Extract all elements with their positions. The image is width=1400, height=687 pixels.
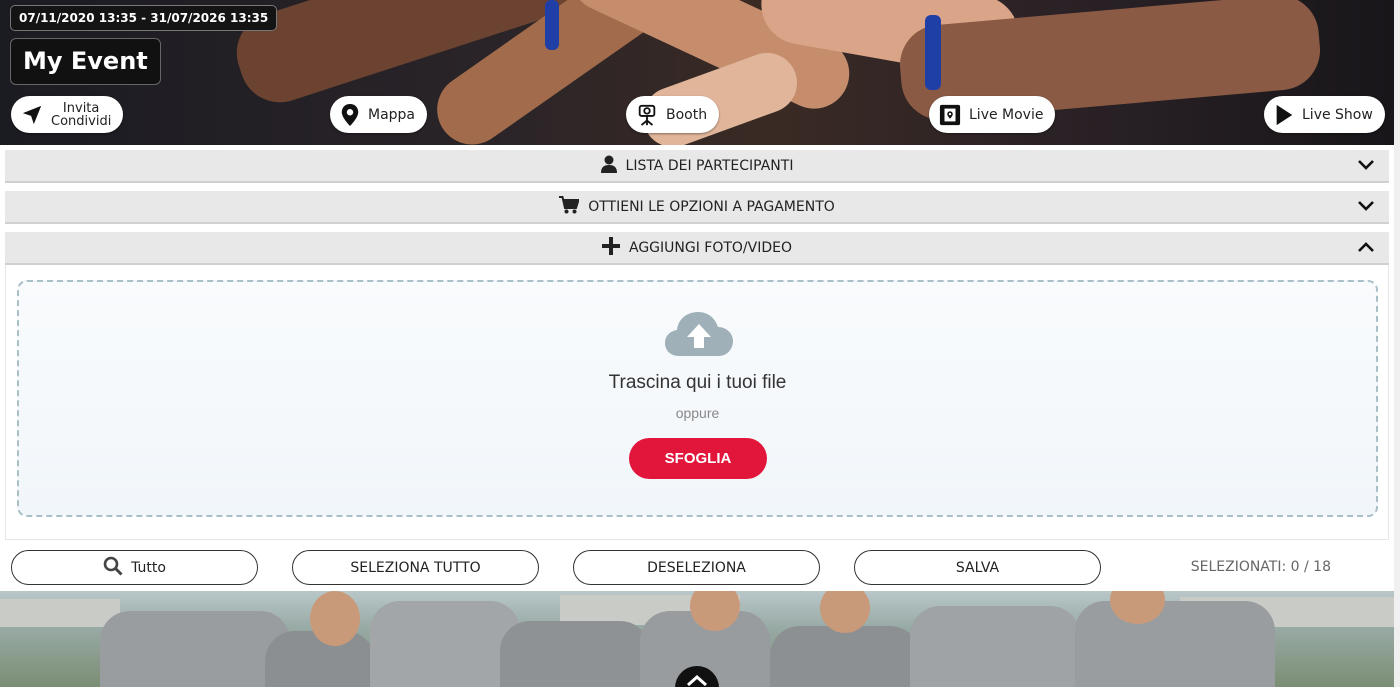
map-pin-icon: [340, 103, 360, 126]
event-hero-banner: 07/11/2020 13:35 - 31/07/2026 13:35 My E…: [0, 0, 1400, 145]
chevron-up-icon[interactable]: [1357, 240, 1375, 258]
live-movie-label: Live Movie: [969, 106, 1044, 123]
booth-button[interactable]: Booth: [626, 96, 720, 133]
photo-person: [910, 606, 1080, 687]
photo-person: [370, 601, 520, 687]
live-show-label: Live Show: [1302, 106, 1373, 123]
hero-photo-wristband: [545, 0, 559, 50]
photo-person: [100, 611, 290, 687]
participants-panel-title: LISTA DEI PARTECIPANTI: [625, 157, 794, 174]
drop-instructions: Trascina qui i tuoi file: [608, 372, 787, 393]
share-label: Condividi: [51, 113, 112, 129]
selected-count: SELEZIONATI: 0 / 18: [1190, 559, 1331, 575]
media-toolbar: Tutto SELEZIONA TUTTO DESELEZIONA SALVA …: [0, 541, 1400, 591]
select-all-button[interactable]: SELEZIONA TUTTO: [292, 550, 539, 585]
map-label: Mappa: [368, 106, 416, 123]
chevron-down-icon[interactable]: [1357, 199, 1375, 217]
invite-share-label: Invita Condividi: [51, 102, 111, 128]
live-movie-button[interactable]: Live Movie: [929, 96, 1056, 133]
plus-icon: [601, 236, 620, 259]
event-title: My Event: [10, 38, 161, 85]
page-scrollbar[interactable]: [1394, 0, 1400, 687]
event-date-range: 07/11/2020 13:35 - 31/07/2026 13:35: [10, 5, 278, 31]
paid-options-panel-header[interactable]: OTTIENI LE OPZIONI A PAGAMENTO: [5, 191, 1389, 224]
save-button[interactable]: SALVA: [854, 550, 1101, 585]
photo-building: [0, 599, 120, 627]
browse-button[interactable]: SFOGLIA: [629, 438, 767, 479]
filter-label: Tutto: [131, 559, 166, 576]
play-icon: [1274, 104, 1294, 126]
photo-face: [310, 591, 360, 646]
film-icon: [939, 104, 961, 126]
cloud-upload-icon: [665, 310, 733, 363]
photo-person: [770, 626, 920, 687]
cart-icon: [559, 195, 581, 218]
participants-panel-header[interactable]: LISTA DEI PARTECIPANTI: [5, 150, 1389, 183]
photo-person: [1075, 601, 1275, 687]
invite-label: Invita: [62, 100, 100, 116]
photo-person: [500, 621, 650, 687]
map-button[interactable]: Mappa: [330, 96, 428, 133]
search-icon: [103, 556, 123, 580]
camera-tripod-icon: [636, 104, 658, 126]
filter-search-button[interactable]: Tutto: [11, 550, 258, 585]
deselect-button[interactable]: DESELEZIONA: [573, 550, 820, 585]
hero-photo-wristband: [925, 15, 941, 90]
booth-label: Booth: [666, 106, 708, 123]
add-media-panel-header[interactable]: AGGIUNGI FOTO/VIDEO: [5, 232, 1389, 265]
add-media-panel-title: AGGIUNGI FOTO/VIDEO: [628, 239, 793, 256]
invite-share-button[interactable]: Invita Condividi: [11, 96, 124, 133]
upload-panel: Trascina qui i tuoi file oppure SFOGLIA: [5, 265, 1389, 540]
or-separator: oppure: [675, 405, 720, 421]
paid-options-panel-title: OTTIENI LE OPZIONI A PAGAMENTO: [588, 198, 835, 215]
live-show-button[interactable]: Live Show: [1264, 96, 1385, 133]
user-icon: [600, 155, 617, 177]
paper-plane-icon: [21, 104, 43, 126]
chevron-up-icon: [686, 674, 708, 687]
file-dropzone[interactable]: Trascina qui i tuoi file oppure SFOGLIA: [17, 280, 1378, 517]
chevron-down-icon[interactable]: [1357, 158, 1375, 176]
